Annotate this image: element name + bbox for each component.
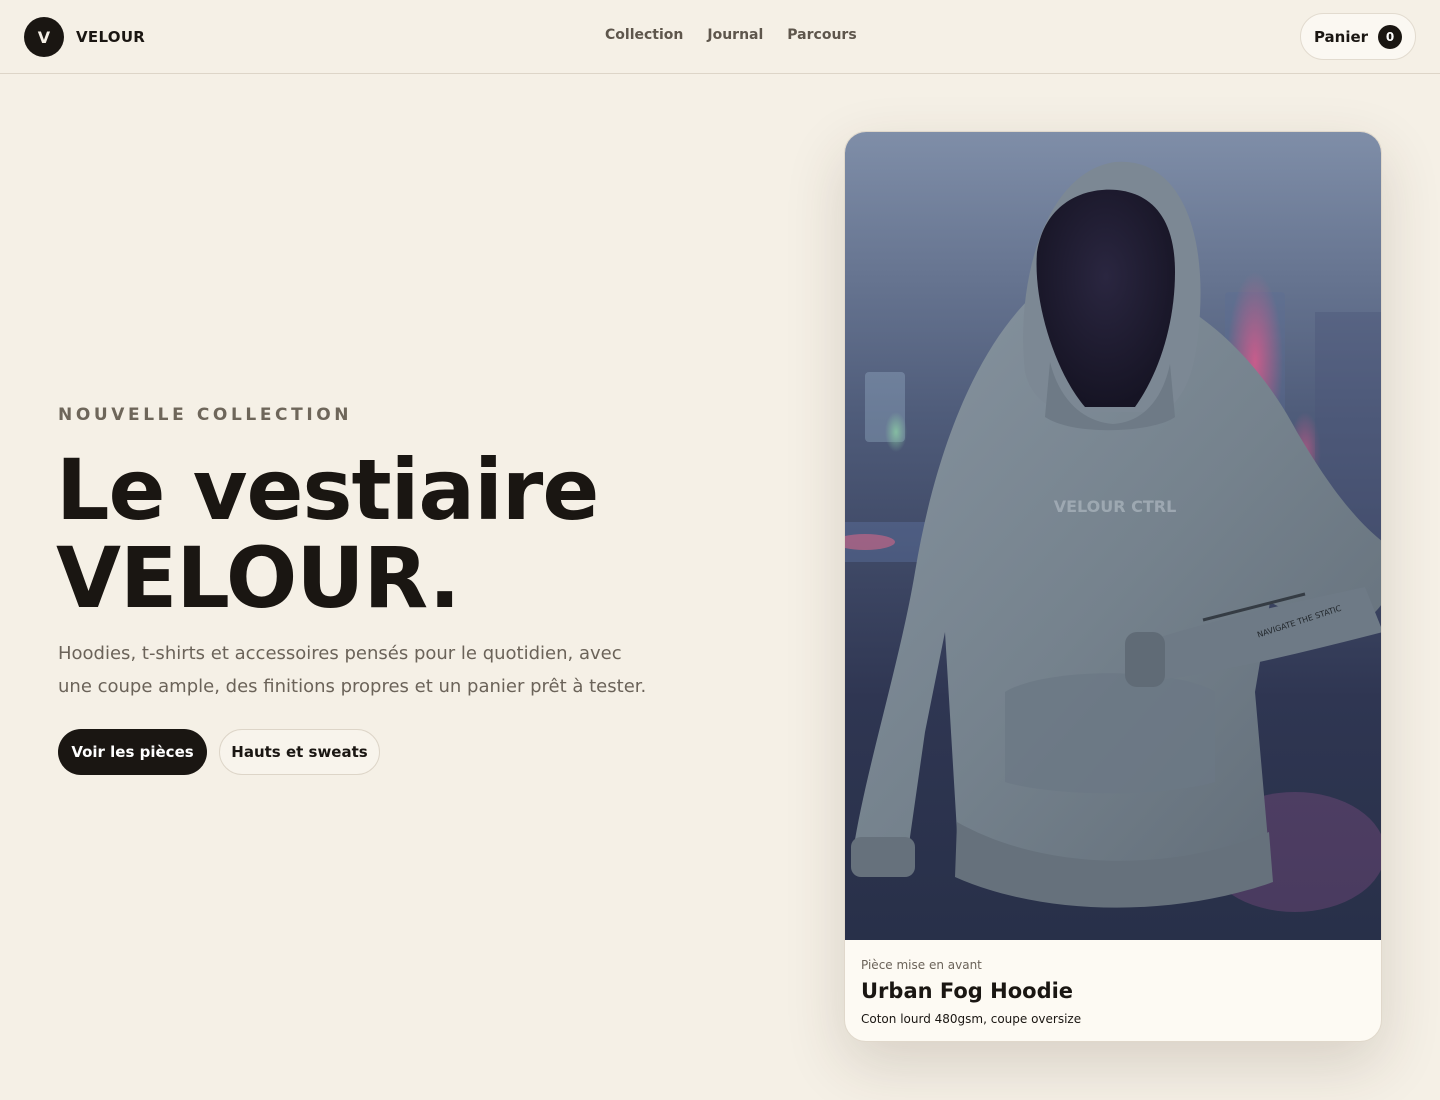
chest-print: VELOUR CTRL: [1054, 497, 1177, 516]
product-info: Pièce mise en avant Urban Fog Hoodie Cot…: [845, 940, 1381, 1041]
cart-count-badge: 0: [1378, 24, 1403, 49]
hero-headline-line-1: Le vestiaire: [56, 441, 599, 539]
nav-link-collection[interactable]: Collection: [605, 27, 683, 43]
hero-headline-line-2: VELOUR.: [56, 529, 461, 627]
hero-eyebrow: NOUVELLE COLLECTION: [58, 405, 353, 425]
tops-sweats-button[interactable]: Hauts et sweats: [219, 729, 380, 775]
brand-name[interactable]: VELOUR: [76, 28, 145, 46]
hero-headline: Le vestiaire VELOUR.: [56, 446, 756, 622]
cart-button[interactable]: Panier 0: [1300, 13, 1416, 60]
nav-link-journal[interactable]: Journal: [707, 27, 763, 43]
main-nav: Collection Journal Parcours: [605, 27, 857, 43]
product-description: Coton lourd 480gsm, coupe oversize: [861, 1012, 1082, 1026]
logo-mark[interactable]: V: [24, 17, 64, 57]
product-image: VELOUR CTRL NAVIGATE THE STATIC: [845, 132, 1381, 940]
featured-product-card[interactable]: VELOUR CTRL NAVIGATE THE STATIC Pièce mi…: [844, 131, 1382, 1042]
top-navigation-bar: V VELOUR Collection Journal Parcours Pan…: [0, 0, 1440, 74]
hero-description: Hoodies, t-shirts et accessoires pensés …: [58, 643, 647, 697]
view-pieces-button[interactable]: Voir les pièces: [58, 729, 207, 775]
nav-link-parcours[interactable]: Parcours: [787, 27, 856, 43]
brand[interactable]: V VELOUR: [24, 17, 145, 57]
product-title[interactable]: Urban Fog Hoodie: [861, 979, 1367, 1003]
product-kicker: Pièce mise en avant: [861, 958, 982, 972]
cart-label: Panier: [1313, 27, 1369, 46]
